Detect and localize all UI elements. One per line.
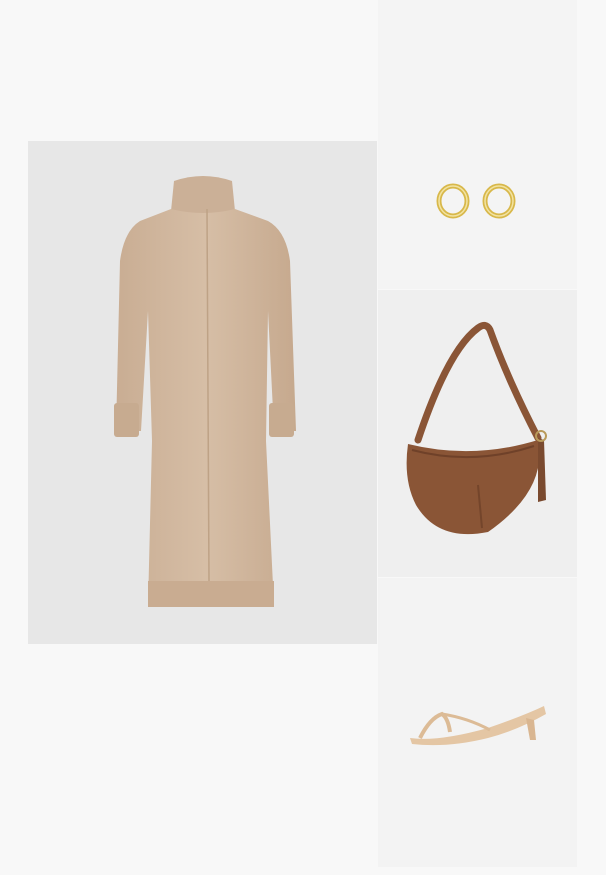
sandal-strap	[418, 711, 452, 739]
earrings-tile[interactable]	[378, 0, 577, 289]
sandals-tile[interactable]	[378, 578, 577, 867]
sandals-image	[410, 706, 546, 746]
dress-image	[114, 176, 296, 607]
bag-tassel	[538, 438, 546, 502]
bag-tile[interactable]	[378, 290, 577, 577]
dress-right-cuff	[269, 403, 294, 437]
right-hoop-shine	[484, 185, 514, 217]
bag-strap	[414, 321, 542, 444]
sandal-heel	[526, 718, 536, 740]
left-hoop-shine	[438, 185, 468, 217]
earrings-image	[436, 183, 516, 219]
dress-left-cuff	[114, 403, 139, 437]
outfit-collage: { "collage": { "background_color": "#f8f…	[0, 0, 606, 875]
dress-hem	[148, 581, 274, 607]
dress-collar	[171, 176, 235, 215]
dress-tile[interactable]	[28, 141, 377, 644]
bag-image	[406, 321, 547, 535]
